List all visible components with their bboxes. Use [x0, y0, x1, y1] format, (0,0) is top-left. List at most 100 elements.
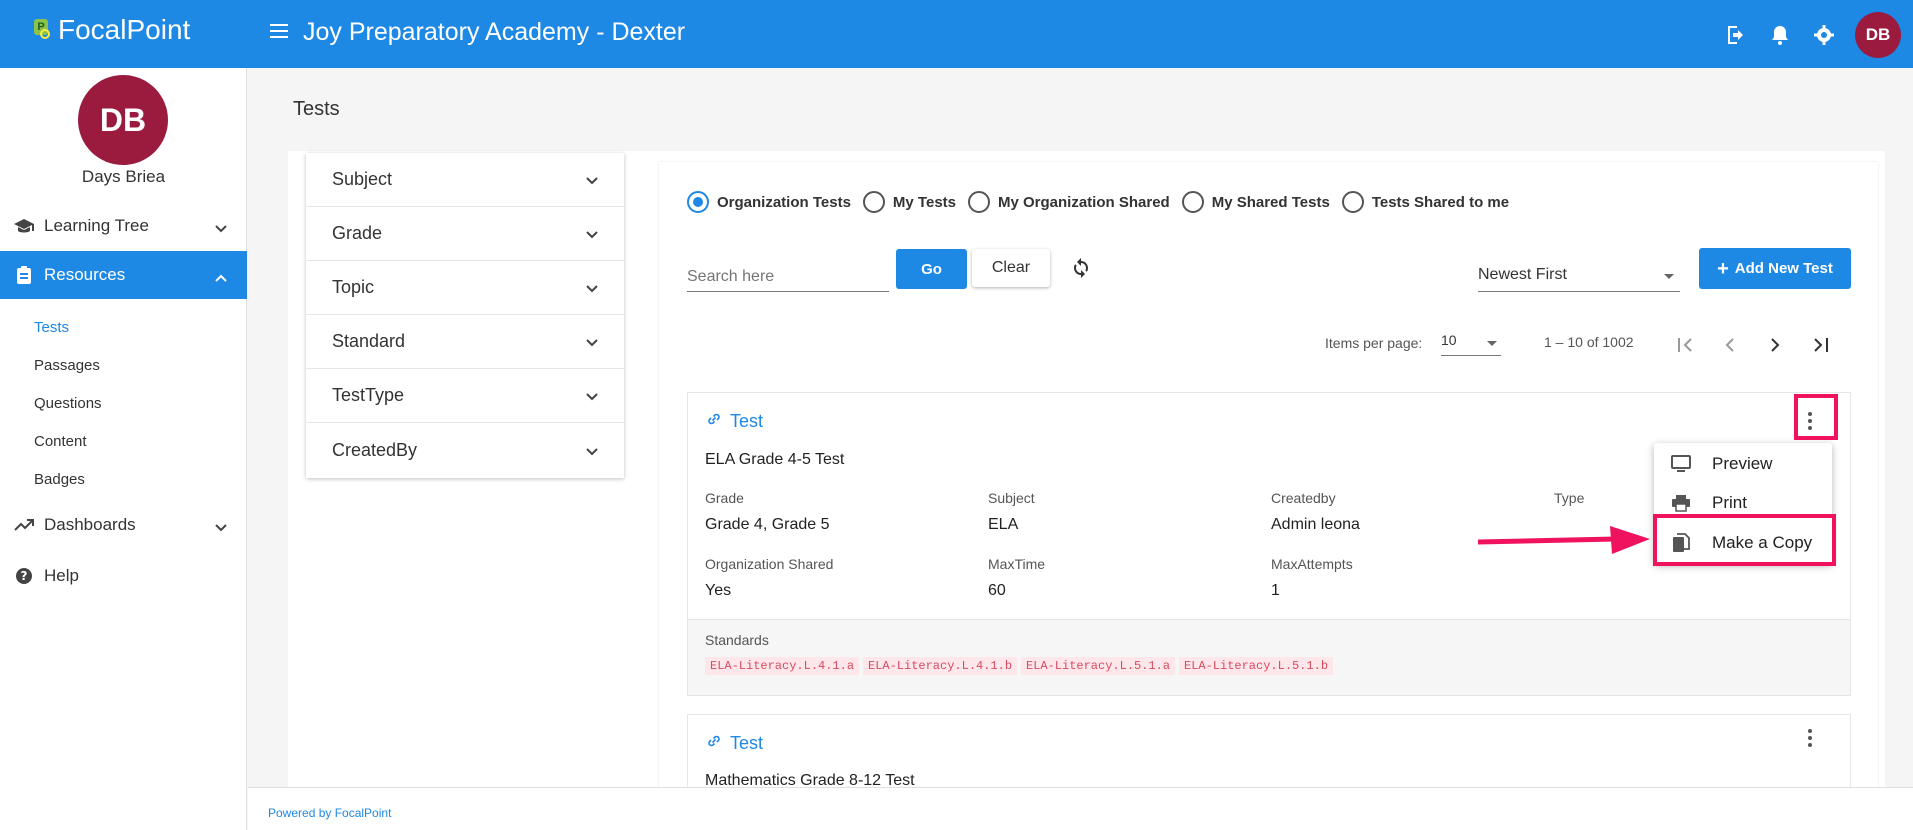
chevron-down-icon [586, 277, 598, 298]
next-page-icon[interactable] [1762, 332, 1788, 358]
footer: Powered by FocalPoint [248, 787, 1913, 830]
sidebar-item-label: Help [44, 566, 79, 585]
filter-subject[interactable]: Subject [306, 153, 624, 207]
graduation-cap-icon [14, 216, 34, 236]
menu-item-label: Preview [1712, 454, 1773, 473]
sort-select-value: Newest First [1478, 266, 1567, 283]
footer-powered-by[interactable]: Powered by FocalPoint [268, 806, 391, 820]
test-scope-radio-group: Organization Tests My Tests My Organizat… [687, 191, 1521, 213]
bell-icon[interactable] [1767, 22, 1793, 48]
filter-label: Subject [332, 169, 393, 189]
radio-my-organization-shared[interactable]: My Organization Shared [968, 191, 1170, 213]
standard-chip: ELA-Literacy.L.4.1.a [705, 657, 860, 675]
radio-label: My Organization Shared [998, 193, 1170, 211]
chevron-down-icon [586, 223, 598, 244]
sidebar-avatar: DB [78, 75, 168, 165]
sidebar-item-label: Dashboards [44, 515, 136, 534]
test-type-link[interactable]: Test [706, 733, 763, 754]
items-per-page-value: 10 [1441, 332, 1457, 348]
grade-value: Grade 4, Grade 5 [705, 516, 830, 533]
app-logo[interactable]: P FocalPoint [30, 14, 190, 46]
logout-icon[interactable] [1723, 22, 1749, 48]
menu-item-label: Print [1712, 493, 1747, 512]
filter-standard[interactable]: Standard [306, 315, 624, 369]
add-new-test-button[interactable]: + Add New Test [1699, 248, 1851, 289]
sidebar-subitem-questions[interactable]: Questions [34, 395, 102, 412]
first-page-icon[interactable] [1673, 332, 1699, 358]
sidebar-item-dashboards[interactable]: Dashboards [0, 501, 247, 549]
org-shared-label: Organization Shared [705, 556, 834, 572]
plus-icon: + [1717, 257, 1729, 280]
trending-up-icon [14, 515, 34, 535]
maxattempts-value: 1 [1271, 582, 1280, 599]
filter-label: CreatedBy [332, 439, 418, 460]
svg-text:?: ? [21, 569, 28, 583]
link-icon [706, 733, 722, 754]
go-button[interactable]: Go [896, 249, 967, 289]
filter-grade[interactable]: Grade [306, 207, 624, 261]
clear-button[interactable]: Clear [972, 249, 1050, 287]
menu-item-preview[interactable]: Preview [1654, 445, 1832, 483]
radio-organization-tests[interactable]: Organization Tests [687, 191, 851, 213]
type-label: Type [1554, 490, 1585, 506]
clipboard-icon [14, 265, 34, 285]
last-page-icon[interactable] [1807, 332, 1833, 358]
radio-my-tests[interactable]: My Tests [862, 191, 956, 213]
radio-tests-shared-to-me[interactable]: Tests Shared to me [1341, 191, 1510, 213]
org-title: Joy Preparatory Academy - Dexter [303, 18, 686, 46]
standard-chip: ELA-Literacy.L.4.1.b [863, 657, 1018, 675]
monitor-icon [1670, 453, 1692, 475]
radio-label: Organization Tests [717, 193, 851, 211]
sort-select[interactable]: Newest First [1478, 262, 1680, 292]
menu-toggle-icon[interactable] [270, 24, 288, 44]
filter-panel: Subject Grade Topic Standard TestType Cr… [306, 153, 624, 478]
refresh-icon[interactable] [1069, 256, 1093, 280]
sidebar-item-label: Resources [44, 265, 126, 284]
filter-topic[interactable]: Topic [306, 261, 624, 315]
sidebar-item-help[interactable]: ? Help [0, 552, 247, 600]
printer-icon [1670, 492, 1692, 514]
maxattempts-label: MaxAttempts [1271, 556, 1353, 572]
sidebar-user-name: Days Briea [81, 167, 166, 186]
more-options-icon[interactable] [1796, 723, 1824, 753]
sidebar-subitem-passages[interactable]: Passages [34, 357, 100, 374]
sidebar-subitem-tests[interactable]: Tests [34, 319, 69, 336]
link-icon [706, 411, 722, 432]
chevron-down-icon [586, 385, 598, 406]
grade-label: Grade [705, 490, 744, 506]
chevron-down-icon [586, 440, 598, 461]
filter-label: Topic [332, 277, 375, 297]
sidebar-item-learning-tree[interactable]: Learning Tree [0, 202, 247, 250]
maxtime-label: MaxTime [988, 556, 1046, 572]
standard-chip: ELA-Literacy.L.5.1.b [1179, 657, 1334, 675]
filter-createdby[interactable]: CreatedBy [306, 423, 624, 477]
add-new-test-label: Add New Test [1734, 260, 1833, 277]
gear-icon[interactable] [1811, 22, 1837, 48]
search-input[interactable] [687, 262, 889, 292]
annotation-arrow-icon [1477, 526, 1650, 554]
help-icon: ? [14, 566, 34, 586]
standard-chip: ELA-Literacy.L.5.1.a [1021, 657, 1176, 675]
maxtime-value: 60 [988, 582, 1006, 599]
filter-label: Standard [332, 331, 406, 351]
more-options-icon[interactable] [1796, 406, 1824, 436]
menu-item-print[interactable]: Print [1654, 484, 1832, 522]
items-per-page-select[interactable]: 10 [1441, 332, 1501, 356]
sidebar-subitem-badges[interactable]: Badges [34, 471, 85, 488]
pager-range: 1 – 10 of 1002 [1544, 334, 1634, 350]
standards-label: Standards [705, 632, 769, 648]
filter-testtype[interactable]: TestType [306, 369, 624, 423]
previous-page-icon[interactable] [1717, 332, 1743, 358]
test-type-link[interactable]: Test [706, 411, 763, 432]
chevron-down-icon [215, 517, 227, 537]
sidebar-item-resources[interactable]: Resources [0, 251, 247, 299]
menu-item-make-a-copy[interactable]: Make a Copy [1654, 524, 1832, 562]
subject-label: Subject [988, 490, 1035, 506]
sidebar-subitem-content[interactable]: Content [34, 433, 87, 450]
user-avatar[interactable]: DB [1855, 12, 1901, 58]
radio-label: Tests Shared to me [1371, 193, 1510, 211]
standards-section: Standards ELA-Literacy.L.4.1.a ELA-Liter… [688, 619, 1850, 695]
radio-my-shared-tests[interactable]: My Shared Tests [1181, 191, 1330, 213]
sidebar-item-label: Learning Tree [44, 216, 149, 235]
dropdown-arrow-icon [1487, 341, 1497, 346]
